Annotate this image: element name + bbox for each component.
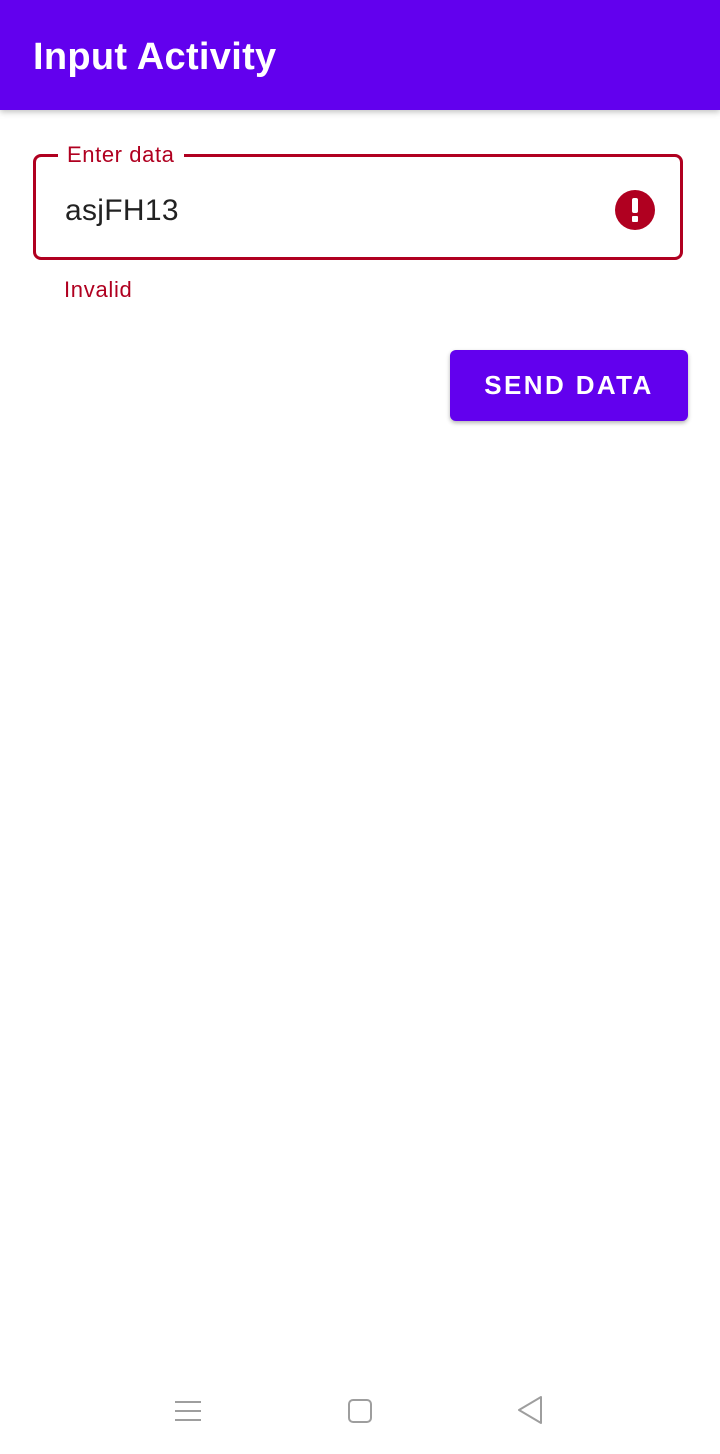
system-nav-bar (0, 1370, 720, 1454)
error-helper-text: Invalid (64, 277, 133, 302)
app-bar: Input Activity (0, 0, 720, 110)
home-icon[interactable] (348, 1399, 372, 1423)
error-icon (615, 190, 655, 230)
send-data-button[interactable]: SEND DATA (450, 350, 688, 421)
input-activity-screen: Input Activity Enter data asjFH13 Invali… (0, 0, 720, 1454)
field-label: Enter data (58, 141, 184, 169)
menu-icon[interactable] (175, 1399, 201, 1421)
enter-data-field[interactable]: Enter data asjFH13 (33, 141, 683, 260)
field-value[interactable]: asjFH13 (65, 193, 179, 229)
app-title: Input Activity (33, 36, 277, 78)
back-icon[interactable] (515, 1394, 547, 1426)
